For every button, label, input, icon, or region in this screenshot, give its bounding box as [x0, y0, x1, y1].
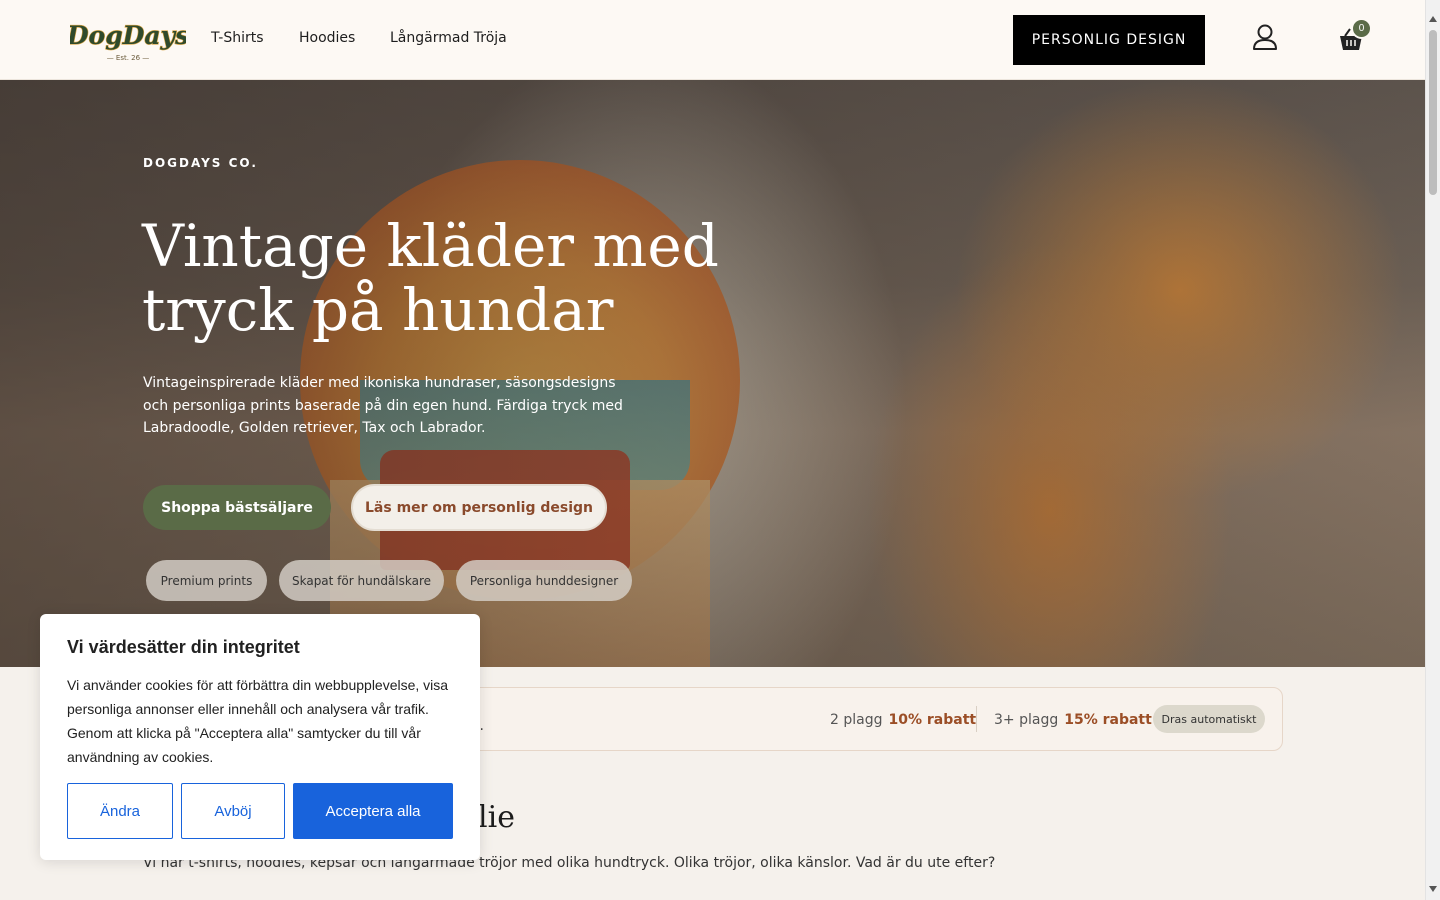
cookie-consent-dialog: Vi värdesätter din integritet Vi använde…: [40, 614, 480, 860]
personlig-design-button[interactable]: PERSONLIG DESIGN: [1013, 15, 1205, 65]
hero-title: Vintage kläder med tryck på hundar: [142, 212, 719, 344]
cart-count-badge: 0: [1351, 18, 1372, 39]
discount-tier-1: 2 plagg 10% rabatt: [830, 712, 976, 728]
section-title-fragment: lie: [478, 800, 515, 835]
nav-tshirts[interactable]: T-Shirts: [211, 30, 264, 46]
hero-eyebrow: DOGDAYS CO.: [143, 156, 258, 170]
tier-2-label: 3+ plagg: [994, 712, 1059, 728]
cookie-text: Vi använder cookies för att förbättra di…: [67, 677, 449, 765]
dogdays-logo[interactable]: DogDays — Est. 26 —: [70, 14, 186, 66]
learn-personal-design-button[interactable]: Läs mer om personlig design: [351, 484, 607, 531]
tier-1-value: 10% rabatt: [888, 712, 977, 728]
hero-description: Vintageinspirerade kläder med ikoniska h…: [143, 375, 623, 436]
scrollbar-thumb[interactable]: [1429, 30, 1437, 195]
cookie-accept-all-button[interactable]: Acceptera alla: [293, 783, 453, 839]
user-account-icon[interactable]: [1250, 22, 1280, 52]
discount-divider: [976, 706, 977, 732]
cookie-title: Vi värdesätter din integritet: [67, 637, 300, 657]
svg-text:DogDays: DogDays: [70, 21, 186, 50]
scroll-up-arrow-icon[interactable]: [1429, 16, 1437, 22]
nav-langarmad-troja[interactable]: Långärmad Tröja: [390, 30, 507, 46]
hero-banner: DOGDAYS CO. Vintage kläder med tryck på …: [0, 80, 1425, 667]
tier-2-value: 15% rabatt: [1064, 712, 1152, 728]
page-scrollbar[interactable]: [1425, 0, 1440, 900]
scroll-down-arrow-icon[interactable]: [1429, 886, 1437, 892]
shop-bestsellers-button[interactable]: Shoppa bästsäljare: [143, 485, 331, 530]
discount-tier-2: 3+ plagg 15% rabatt: [994, 712, 1152, 728]
cookie-change-button[interactable]: Ändra: [67, 783, 173, 839]
pill-personliga-hunddesigner: Personliga hunddesigner: [456, 560, 632, 601]
auto-discount-badge: Dras automatiskt: [1153, 705, 1265, 733]
pill-skapat-for-hundalskare: Skapat för hundälskare: [279, 560, 444, 601]
site-header: DogDays — Est. 26 — T-Shirts Hoodies Lån…: [0, 0, 1425, 80]
svg-text:— Est. 26 —: — Est. 26 —: [107, 54, 150, 62]
nav-hoodies[interactable]: Hoodies: [299, 30, 355, 46]
pill-premium-prints: Premium prints: [146, 560, 267, 601]
cookie-reject-button[interactable]: Avböj: [181, 783, 285, 839]
tier-1-label: 2 plagg: [830, 712, 883, 728]
